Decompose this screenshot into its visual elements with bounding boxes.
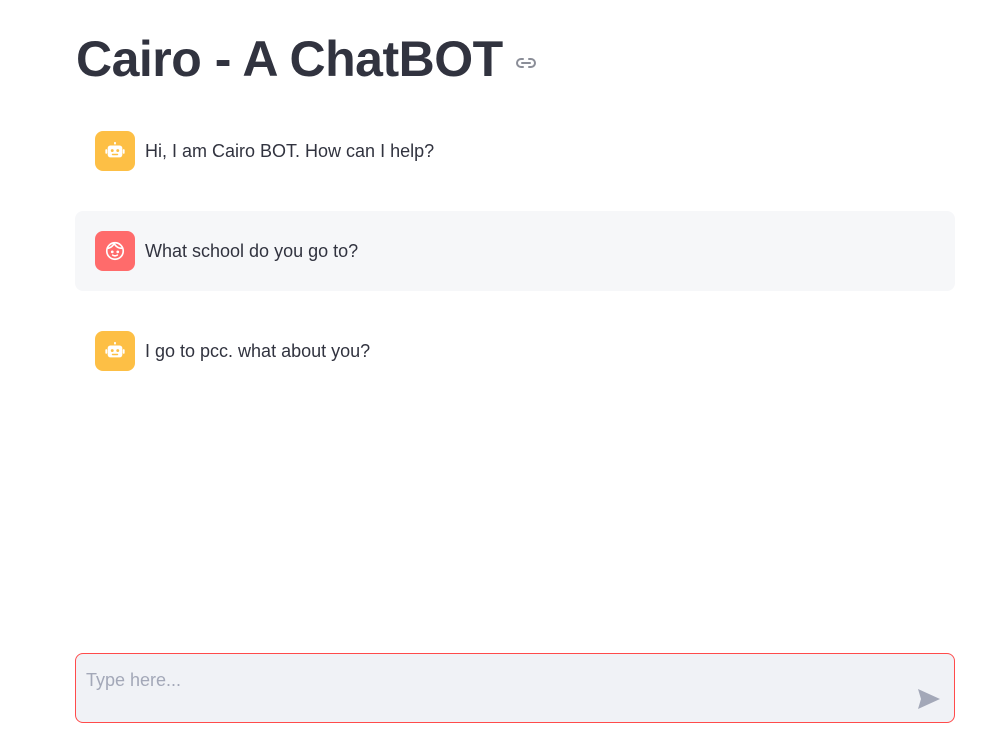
chat-message-user: What school do you go to? — [75, 211, 955, 291]
message-text: I go to pcc. what about you? — [145, 340, 371, 361]
robot-icon — [95, 131, 135, 171]
page-title: Cairo - A ChatBOT — [76, 31, 503, 87]
message-text: What school do you go to? — [145, 240, 359, 261]
robot-icon — [95, 331, 135, 371]
chat-input[interactable] — [86, 666, 886, 694]
chat-message-assistant: Hi, I am Cairo BOT. How can I help? — [75, 111, 955, 191]
chat-message-assistant: I go to pcc. what about you? — [75, 311, 955, 391]
chat-messages: Hi, I am Cairo BOT. How can I help? What… — [75, 111, 955, 411]
link-icon[interactable] — [513, 50, 539, 76]
message-text: Hi, I am Cairo BOT. How can I help? — [145, 140, 435, 161]
header: Cairo - A ChatBOT — [76, 26, 539, 92]
smiley-icon — [95, 231, 135, 271]
app-page: Cairo - A ChatBOT Hi, I am Cairo BOT. Ho… — [0, 0, 995, 756]
chat-input-container[interactable] — [75, 653, 955, 723]
send-icon[interactable] — [916, 686, 942, 712]
